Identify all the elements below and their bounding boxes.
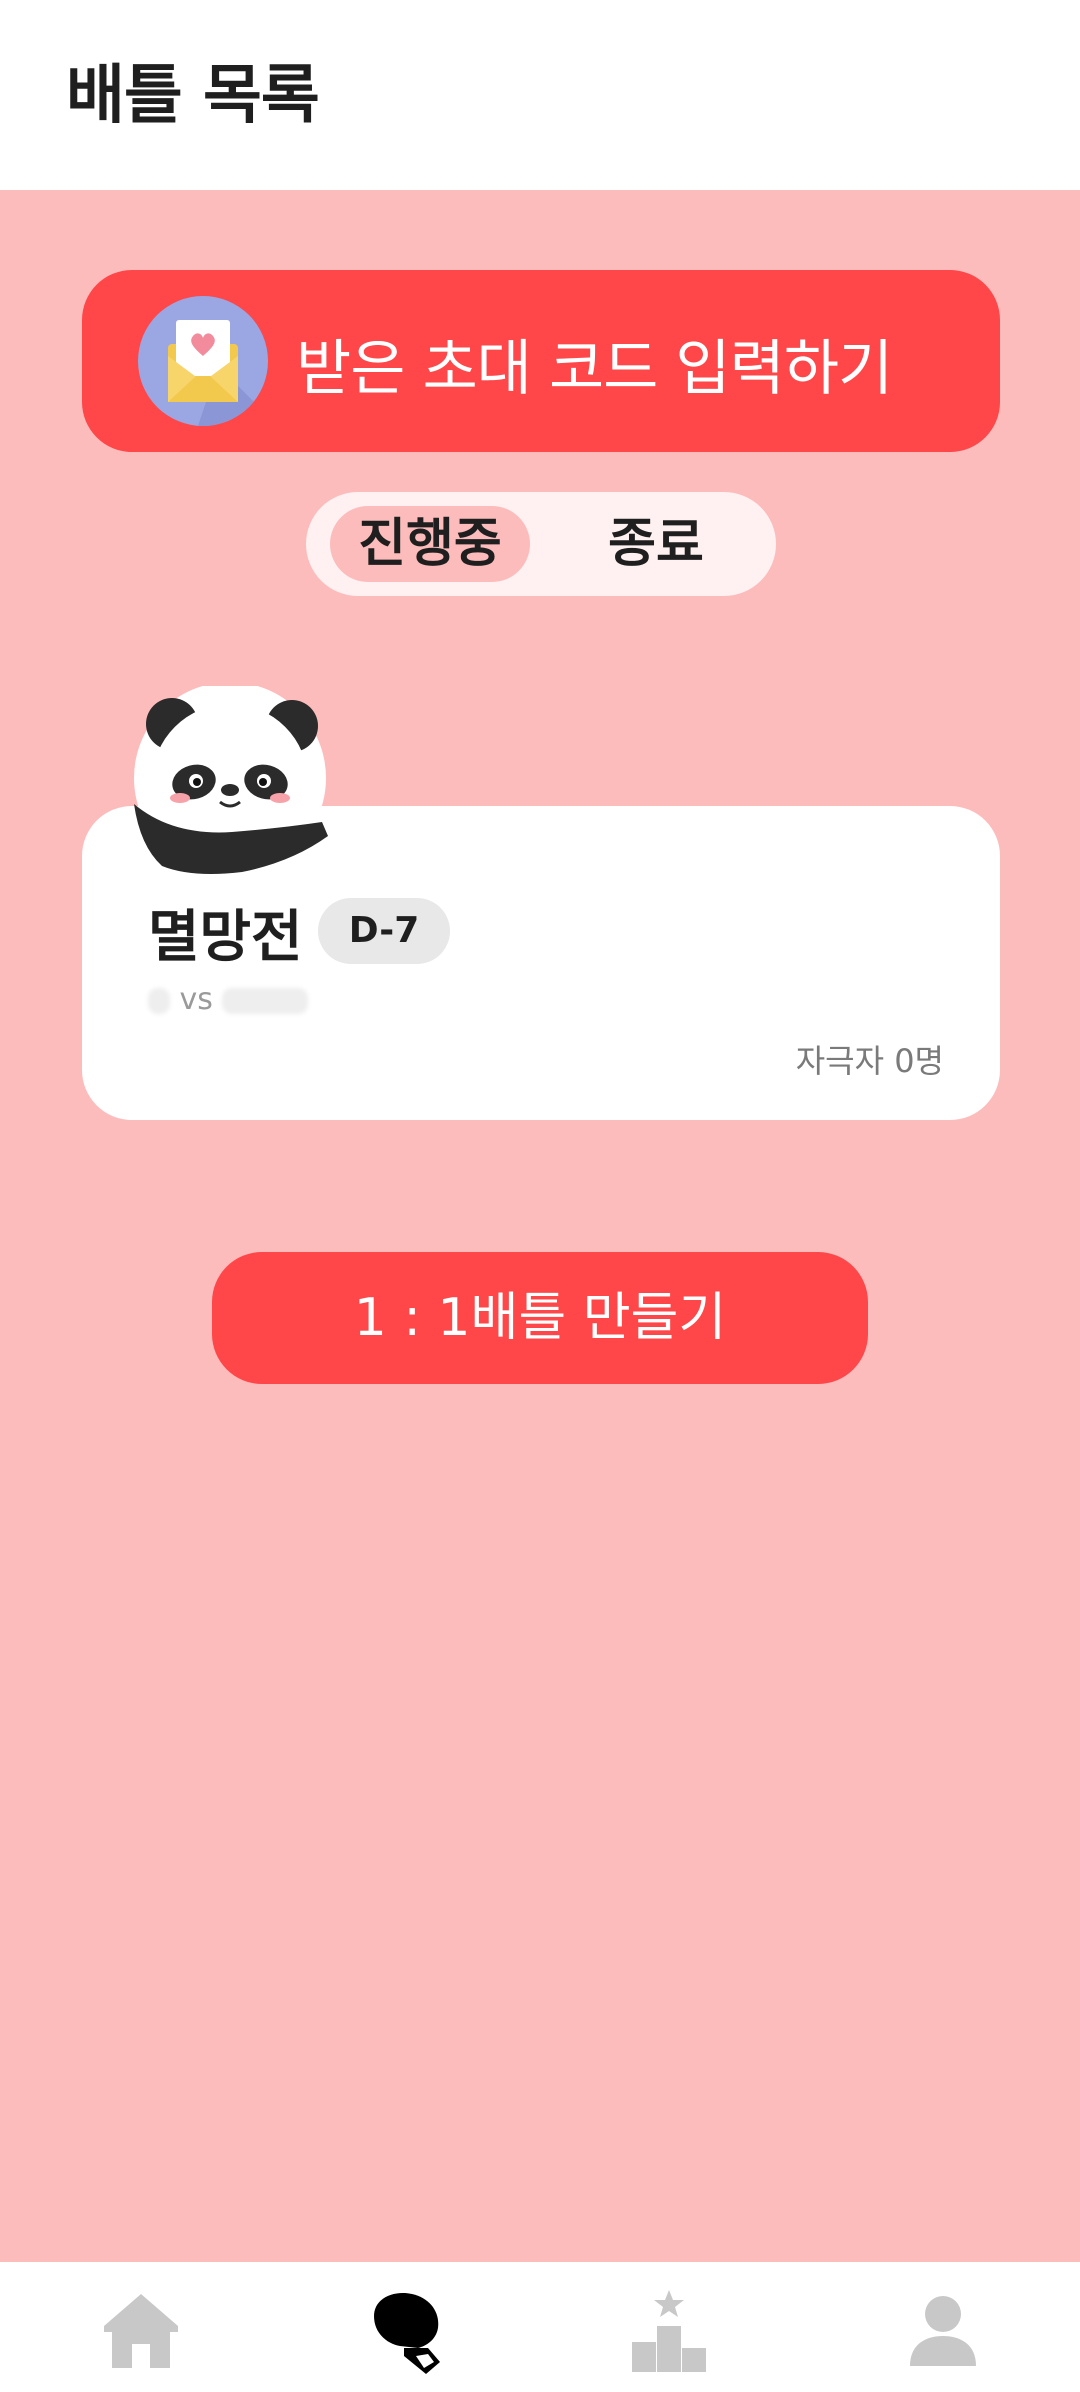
bottom-navigation [0,2262,1080,2392]
app-header: 배틀 목록 [0,0,1080,190]
home-icon [104,2294,178,2368]
tab-ongoing[interactable]: 진행중 [330,506,530,582]
boxing-glove-icon [374,2292,440,2374]
spectator-count: 자극자 0명 [795,1042,944,1080]
create-1v1-battle-button[interactable]: 1 : 1배틀 만들기 [212,1252,868,1384]
status-tabs: 진행중 종료 [306,492,776,596]
participant-2-redacted [222,987,309,1014]
panda-icon [132,682,332,876]
user-icon [910,2296,976,2366]
participant-1-redacted [148,987,170,1014]
nav-home[interactable] [96,2286,196,2376]
battle-participants: vs [148,982,309,1017]
battle-title: 멸망전 [148,905,303,970]
nav-battle[interactable] [360,2286,460,2376]
tab-ended[interactable]: 종료 [556,506,756,582]
enter-invite-code-button[interactable]: 받은 초대 코드 입력하기 [82,270,1000,452]
page-title: 배틀 목록 [66,59,320,133]
nav-ranking[interactable] [624,2286,724,2376]
nav-profile[interactable] [898,2286,998,2376]
envelope-heart-icon [138,296,268,426]
dday-badge: D-7 [318,898,450,964]
podium-icon [632,2290,706,2372]
main-content: 받은 초대 코드 입력하기 진행중 종료 멸망전 D-7 vs 자극자 0명 1… [0,190,1080,2262]
invite-button-label: 받은 초대 코드 입력하기 [296,334,893,404]
vs-label: vs [179,982,213,1017]
